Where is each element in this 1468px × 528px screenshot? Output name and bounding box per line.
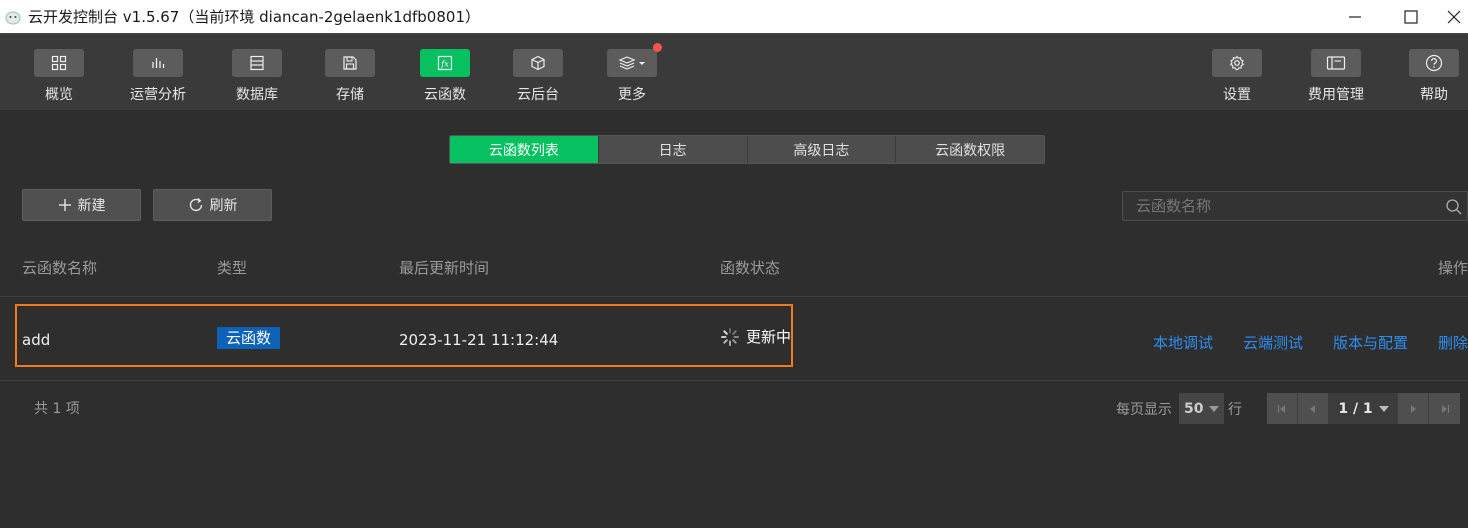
window-titlebar: 云开发控制台 v1.5.67（当前环境 diancan-2gelaenk1dfb… [0,0,1468,33]
toolbar-cloud-function[interactable]: fx 云函数 [395,49,495,107]
delete-link[interactable]: 删除 [1438,332,1468,353]
bar-chart-icon [133,49,183,77]
gear-icon [1212,49,1262,77]
total-count: 共 1 项 [34,401,80,417]
toolbar-settings[interactable]: 设置 [1187,49,1287,107]
maximize-button[interactable] [1383,0,1439,33]
page-select[interactable]: 1 / 1 [1329,393,1398,424]
toolbar-label: 更多 [618,87,646,103]
cloud-test-link[interactable]: 云端测试 [1243,332,1303,353]
toolbar-help[interactable]: 帮助 [1384,49,1468,107]
toolbar-label: 费用管理 [1308,87,1364,103]
billing-icon [1311,49,1361,77]
layers-icon [607,43,662,77]
plus-icon [58,199,71,211]
chevron-down-icon [1378,405,1389,412]
row-highlight [15,304,793,367]
database-icon [232,49,282,77]
pagination: 1 / 1 [1267,393,1460,424]
prev-page-button[interactable] [1298,393,1329,424]
per-page-select[interactable]: 50 [1179,393,1224,424]
local-debug-link[interactable]: 本地调试 [1153,332,1213,353]
next-page-button[interactable] [1398,393,1429,424]
minimize-icon [1349,15,1361,18]
window-title: 云开发控制台 v1.5.67（当前环境 diancan-2gelaenk1dfb… [28,8,480,26]
prev-page-icon [1310,404,1315,413]
toolbar-label: 云后台 [517,87,559,103]
toolbar-more[interactable]: 更多 [582,43,682,107]
toolbar-label: 概览 [45,87,73,103]
last-page-button[interactable] [1429,393,1460,424]
toolbar-label: 数据库 [236,87,278,103]
toolbar-overview[interactable]: 概览 [9,49,109,107]
header-operations: 操作 [1438,259,1468,277]
svg-text:fx: fx [440,60,449,69]
header-function-name: 云函数名称 [22,259,98,277]
search-input[interactable] [1123,192,1433,220]
chevron-down-icon [1209,405,1220,412]
divider [0,380,1468,381]
last-page-icon [1441,404,1449,413]
first-page-button[interactable] [1267,393,1298,424]
refresh-button[interactable]: 刷新 [153,189,272,221]
toolbar-storage[interactable]: 存储 [300,49,400,107]
close-button[interactable] [1439,0,1468,33]
refresh-icon [189,198,202,212]
help-icon [1409,49,1459,77]
tab-function-list[interactable]: 云函数列表 [450,136,599,163]
maximize-icon [1404,9,1418,24]
floppy-icon [325,49,375,77]
toolbar-database[interactable]: 数据库 [207,49,307,107]
function-icon: fx [420,49,470,77]
new-button-label: 新建 [77,198,106,214]
toolbar-label: 云函数 [424,87,466,103]
search-icon[interactable] [1445,198,1463,216]
header-last-updated: 最后更新时间 [399,259,490,277]
page-indicator: 1 / 1 [1338,400,1373,417]
next-page-icon [1411,404,1416,413]
first-page-icon [1277,404,1285,413]
toolbar-label: 设置 [1223,87,1251,103]
minimize-button[interactable] [1327,0,1383,33]
header-status: 函数状态 [720,259,781,277]
main-toolbar: 概览 运营分析 数据库 存储 fx 云函数 云后台 更多 设置 费用管理 帮助 [0,33,1468,110]
close-icon [1447,10,1460,23]
toolbar-cloud-backend[interactable]: 云后台 [488,49,588,107]
toolbar-label: 帮助 [1420,87,1448,103]
grid-icon [34,49,84,77]
toolbar-billing[interactable]: 费用管理 [1286,49,1386,107]
app-logo-icon [4,8,22,26]
per-page-value: 50 [1184,400,1204,417]
cube-icon [513,49,563,77]
per-page-suffix: 行 [1228,402,1242,418]
tab-function-permissions[interactable]: 云函数权限 [896,136,1044,163]
toolbar-analytics[interactable]: 运营分析 [108,49,208,107]
toolbar-label: 运营分析 [130,87,186,103]
header-type: 类型 [217,259,248,277]
toolbar-label: 存储 [336,87,364,103]
notification-badge [653,43,662,52]
new-button[interactable]: 新建 [22,189,141,221]
tab-advanced-logs[interactable]: 高级日志 [747,136,897,163]
function-tabs: 云函数列表 日志 高级日志 云函数权限 [449,135,1045,164]
per-page-label: 每页显示 [1116,402,1172,418]
tab-logs[interactable]: 日志 [598,136,748,163]
refresh-button-label: 刷新 [209,198,238,214]
search-box [1122,191,1468,221]
version-config-link[interactable]: 版本与配置 [1333,332,1408,353]
